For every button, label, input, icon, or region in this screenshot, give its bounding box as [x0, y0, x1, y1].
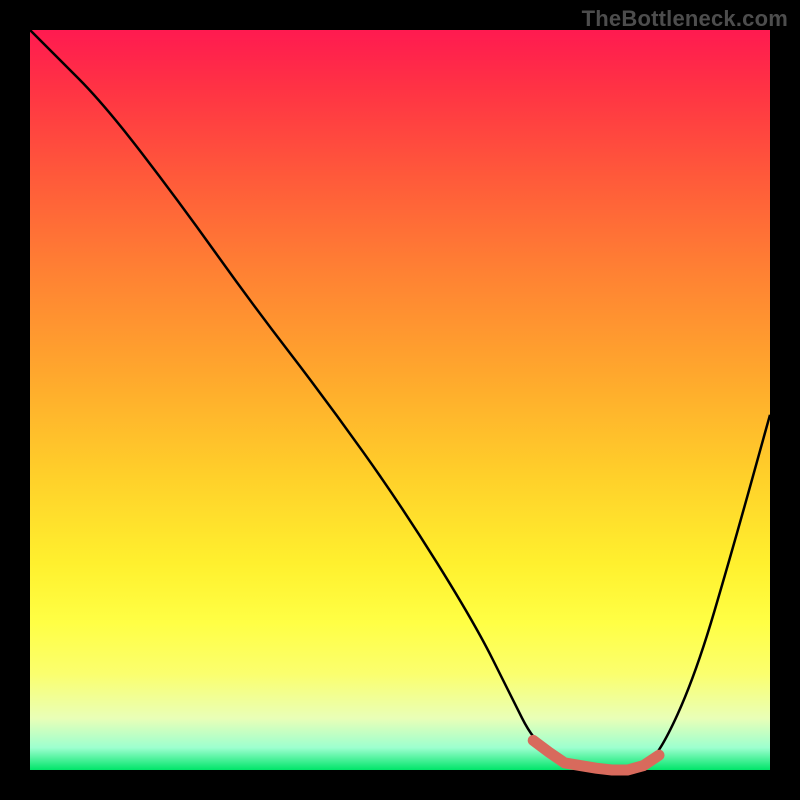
optimal-range-highlight — [533, 740, 659, 770]
bottleneck-curve-svg — [30, 30, 770, 770]
bottleneck-curve — [30, 30, 770, 770]
plot-area — [30, 30, 770, 770]
chart-container: TheBottleneck.com — [0, 0, 800, 800]
watermark-text: TheBottleneck.com — [582, 6, 788, 32]
